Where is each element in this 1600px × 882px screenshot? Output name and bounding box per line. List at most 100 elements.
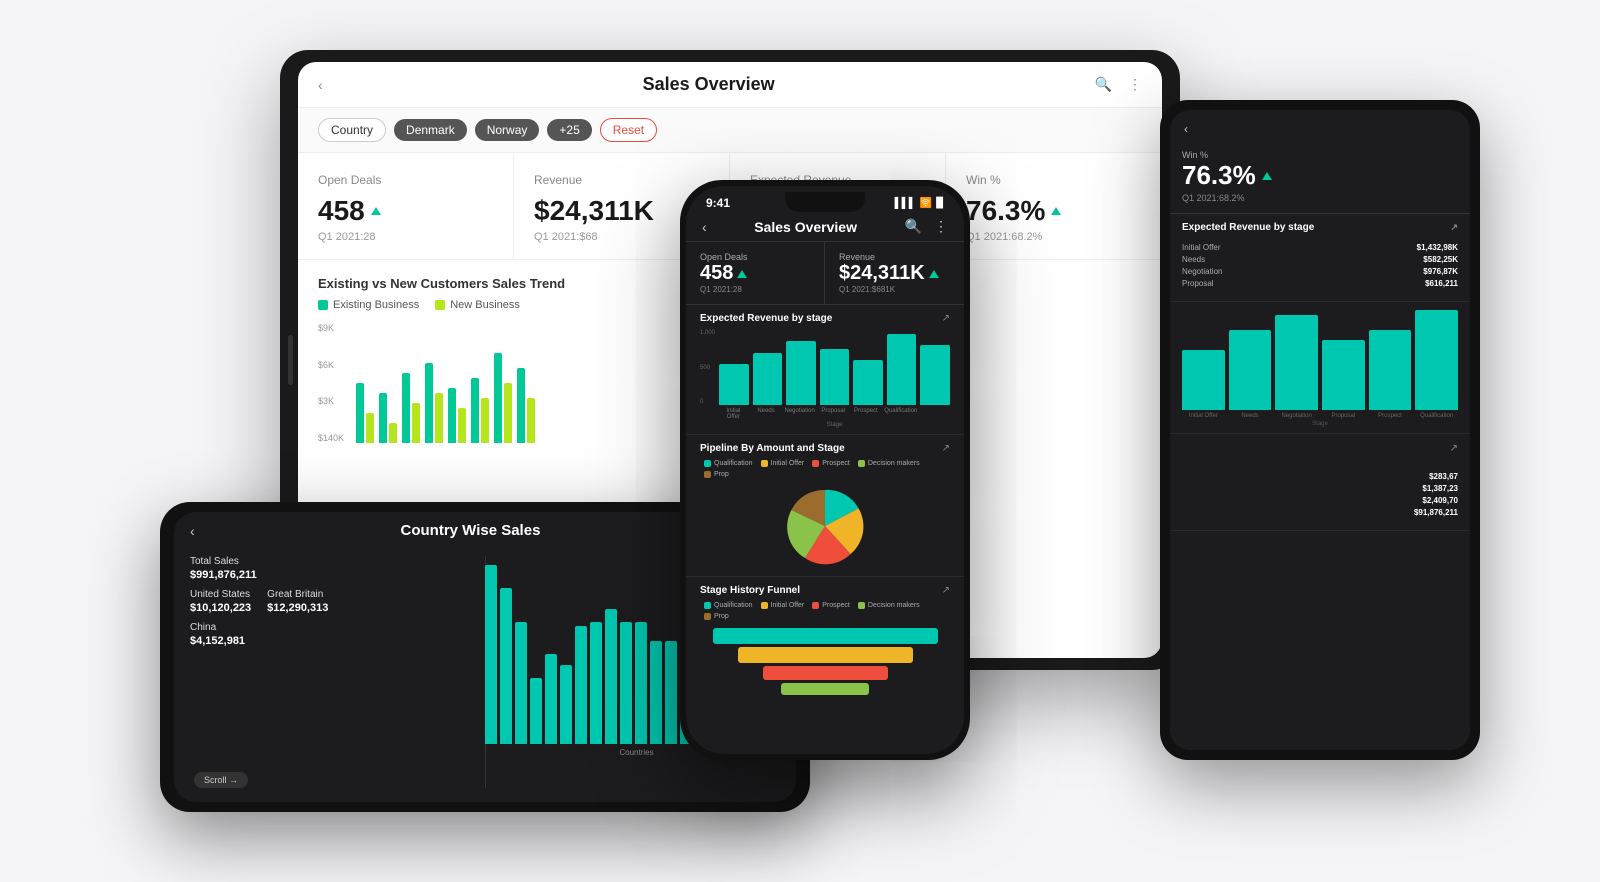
pl-gb-value: $12,290,313 [267, 602, 328, 614]
tr-rev-list-2: $283,67 $1,387,23 $2,409,70 $91,876,211 [1182, 468, 1458, 524]
revenue-label: Revenue [534, 173, 709, 187]
bar-new-7 [504, 383, 512, 443]
pp-expected-chart-wrap: 1,000 500 0 [700, 330, 950, 428]
bar-new-8 [527, 398, 535, 443]
legend-existing-dot [318, 300, 328, 310]
pl-bar-12 [650, 641, 662, 744]
fl-io-dot [761, 602, 768, 609]
pl-stats: Total Sales $991,876,211 United States $… [190, 556, 451, 647]
win-rate-value: 76.3% [966, 195, 1141, 227]
pp-pipeline-title: Pipeline By Amount and Stage [700, 443, 845, 454]
tr-rev2-item-4: $91,876,211 [1182, 508, 1458, 517]
tr-bar-6 [1415, 310, 1458, 410]
tr-bar-section: Initial Offer Needs Negotiation Proposal… [1170, 302, 1470, 434]
pl-bar-1 [485, 565, 497, 744]
pl-us-label: United States [190, 589, 251, 600]
bar-new-1 [366, 413, 374, 443]
pp-back-icon[interactable]: ‹ [702, 219, 707, 235]
pl-bar-5 [545, 654, 557, 744]
tr-rev2-val-1: $283,67 [1429, 472, 1458, 481]
tr-header: ‹ [1170, 110, 1470, 144]
tr-bar-5 [1369, 330, 1412, 410]
pp-pie-container [700, 482, 950, 570]
tr-expand-row: ↗ [1170, 434, 1470, 460]
tablet-filters: Country Denmark Norway +25 Reset [298, 108, 1162, 153]
fl-qual-dot [704, 602, 711, 609]
pp-fl-prospect: Prospect [812, 602, 850, 609]
pp-more-icon[interactable]: ⋮ [934, 218, 948, 235]
tr-rev2-val-4: $91,876,211 [1414, 508, 1458, 517]
win-rate-sub: Q1 2021:68.2% [966, 231, 1141, 243]
pp-time: 9:41 [706, 196, 730, 210]
pp-revenue-label: Revenue [839, 252, 950, 262]
pp-pipeline-section: Pipeline By Amount and Stage ↗ Qualifica… [686, 434, 964, 576]
bar-new-2 [389, 423, 397, 443]
reset-button[interactable]: Reset [600, 118, 657, 142]
bar-new-3 [412, 403, 420, 443]
legend-new: New Business [435, 299, 520, 311]
pp-open-deals: Open Deals 458 Q1 2021:28 [686, 242, 825, 304]
tr-rev2-item-1: $283,67 [1182, 472, 1458, 481]
tr-win-sub: Q1 2021:68.2% [1182, 193, 1458, 203]
fl-prop-dot [704, 613, 711, 620]
pp-fl-decision: Decision makers [858, 602, 920, 609]
pipeline-pie-chart [785, 486, 865, 566]
more-icon[interactable]: ⋮ [1128, 76, 1142, 93]
tr-rev-list: Initial Offer $1,432,98K Needs $582,25K … [1182, 239, 1458, 295]
pp-legend-initial-offer: Initial Offer [761, 460, 805, 467]
pl-bar-13 [665, 641, 677, 744]
win-rate-card: Win % 76.3% Q1 2021:68.2% [946, 153, 1162, 259]
pp-search-icon[interactable]: 🔍 [905, 218, 922, 235]
fl-decision-dot [858, 602, 865, 609]
search-icon[interactable]: 🔍 [1095, 76, 1112, 93]
pp-open-deals-value: 458 [700, 262, 810, 285]
open-deals-trend-icon [371, 207, 381, 215]
norway-chip[interactable]: Norway [475, 119, 540, 141]
pp-x-axis-title: Stage [719, 422, 950, 428]
pp-funnel-expand[interactable]: ↗ [942, 585, 950, 596]
pl-total-label: Total Sales [190, 556, 451, 567]
pp-funnel-section: Stage History Funnel ↗ Qualification Ini… [686, 576, 964, 705]
denmark-chip[interactable]: Denmark [394, 119, 467, 141]
tr-rev-label-1: Initial Offer [1182, 243, 1221, 252]
signal-icon: ▌▌▌ [895, 198, 916, 209]
tr-expand-icon[interactable]: ↗ [1450, 443, 1458, 454]
scroll-button[interactable]: Scroll → [194, 772, 248, 788]
tr-bar-chart [1182, 310, 1458, 410]
pp-expected-expand[interactable]: ↗ [942, 313, 950, 324]
win-rate-label: Win % [966, 173, 1141, 187]
pp-funnel-legend: Qualification Initial Offer Prospect Dec… [700, 602, 950, 620]
tr-back-icon[interactable]: ‹ [1184, 122, 1188, 136]
tr-win-trend [1262, 172, 1272, 180]
funnel-bar-2 [738, 647, 913, 663]
pp-revenue-value: $24,311K [839, 262, 950, 285]
y-axis-label: $140K [318, 433, 344, 443]
legend-prop-dot [704, 471, 711, 478]
pp-expected-title: Expected Revenue by stage [700, 313, 832, 324]
bar-group-5 [448, 388, 466, 443]
bar-existing-8 [517, 368, 525, 443]
pl-total-value: $991,876,211 [190, 569, 451, 581]
pp-funnel-header: Stage History Funnel ↗ [700, 585, 950, 596]
win-rate-trend-icon [1051, 207, 1061, 215]
bar-new-4 [435, 393, 443, 443]
pp-pipeline-expand[interactable]: ↗ [942, 443, 950, 454]
tr-expected-expand[interactable]: ↗ [1450, 222, 1458, 233]
pp-revenue-sub: Q1 2021:$681K [839, 285, 950, 294]
pp-bar-2 [753, 353, 783, 406]
bar-group-2 [379, 393, 397, 443]
pp-legend-qualification: Qualification [704, 460, 753, 467]
pp-funnel-visual [700, 624, 950, 699]
more-chips[interactable]: +25 [547, 119, 591, 141]
bar-group-6 [471, 378, 489, 443]
tr-expected-section: Expected Revenue by stage ↗ Initial Offe… [1170, 214, 1470, 302]
tr-rev2-val-2: $1,387,23 [1422, 484, 1458, 493]
pp-fl-prop: Prop [704, 613, 729, 620]
bar-group-3 [402, 373, 420, 443]
tr-bar-3 [1275, 315, 1318, 410]
tr-rev-label-3: Negotiation [1182, 267, 1222, 276]
legend-prospect-dot [812, 460, 819, 467]
pp-bar-1 [719, 364, 749, 405]
pl-bar-8 [590, 622, 602, 744]
country-filter-chip[interactable]: Country [318, 118, 386, 142]
